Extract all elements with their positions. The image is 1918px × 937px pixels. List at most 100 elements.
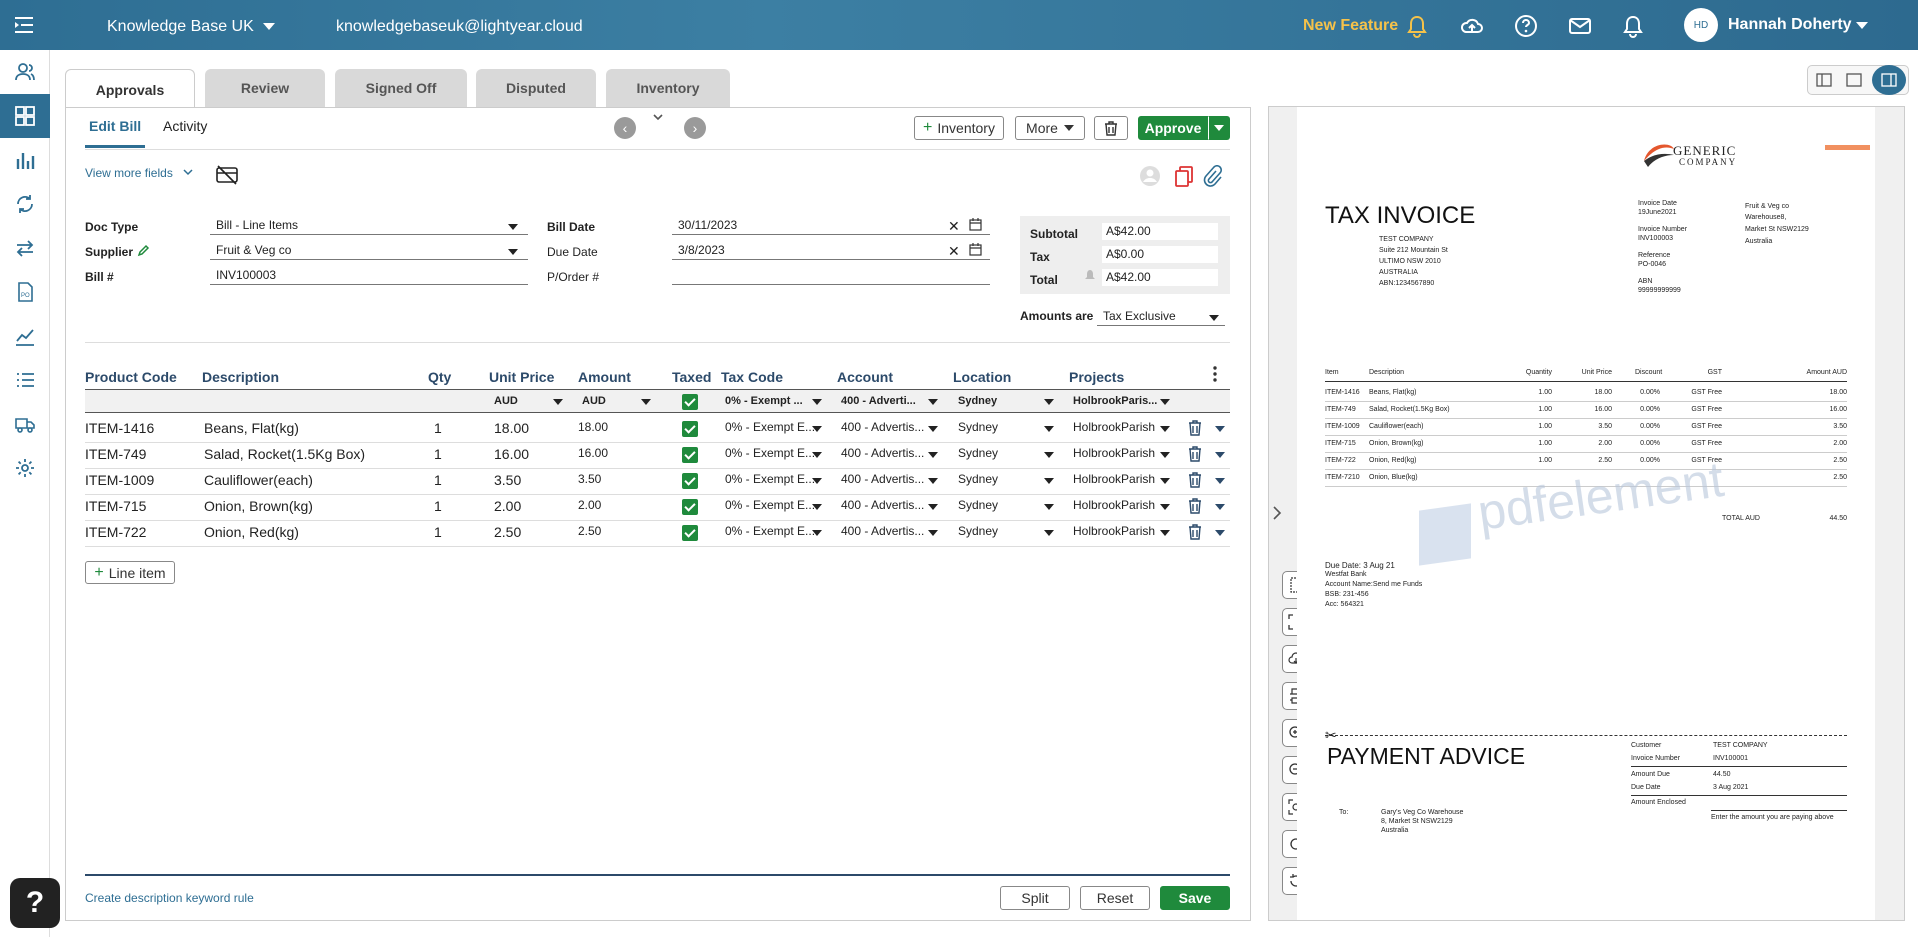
chevron-down-icon[interactable] — [812, 452, 822, 458]
taxed-checkbox[interactable] — [682, 473, 698, 489]
document-view-button[interactable] — [1872, 65, 1906, 95]
reset-button[interactable]: Reset — [1080, 886, 1150, 910]
chevron-down-icon[interactable] — [183, 168, 193, 176]
row-account[interactable]: 400 - Advertis... — [841, 472, 924, 486]
row-product-code[interactable]: ITEM-1416 — [85, 420, 154, 436]
no-card-icon[interactable] — [215, 164, 239, 186]
copy-icon[interactable] — [1173, 165, 1195, 187]
trash-icon[interactable] — [1188, 524, 1202, 540]
keyword-rule-link[interactable]: Create description keyword rule — [85, 891, 254, 905]
chevron-down-icon[interactable] — [1160, 478, 1170, 484]
row-account[interactable]: 400 - Advertis... — [841, 420, 924, 434]
row-qty[interactable]: 1 — [434, 524, 442, 540]
amount-currency-select[interactable]: AUD — [582, 395, 606, 407]
row-tax-code[interactable]: 0% - Exempt E... — [725, 420, 815, 434]
row-description[interactable]: Onion, Red(kg) — [204, 524, 299, 540]
row-qty[interactable]: 1 — [434, 472, 442, 488]
sidebar-item-delivery[interactable] — [0, 402, 50, 446]
subtab-edit-bill[interactable]: Edit Bill — [89, 118, 141, 134]
row-product-code[interactable]: ITEM-749 — [85, 446, 146, 462]
tab-disputed[interactable]: Disputed — [476, 69, 596, 107]
row-unit-price[interactable]: 18.00 — [494, 420, 529, 436]
chevron-down-icon[interactable] — [812, 504, 822, 510]
bell-alert-icon[interactable] — [1404, 13, 1430, 39]
approve-options-button[interactable] — [1208, 116, 1230, 140]
clear-icon[interactable]: ✕ — [948, 243, 960, 260]
chevron-down-icon[interactable] — [1160, 530, 1170, 536]
delete-bill-button[interactable] — [1094, 116, 1128, 140]
calendar-icon[interactable] — [969, 218, 982, 231]
chevron-down-icon[interactable] — [263, 23, 275, 30]
sidebar-item-transfers[interactable] — [0, 226, 50, 270]
chevron-down-icon[interactable] — [928, 399, 938, 405]
next-bill-button[interactable]: › — [684, 117, 706, 139]
row-tax-code[interactable]: 0% - Exempt E... — [725, 524, 815, 538]
user-circle-icon[interactable] — [1139, 165, 1161, 187]
previous-bill-button[interactable]: ‹ — [614, 117, 636, 139]
trash-icon[interactable] — [1188, 420, 1202, 436]
split-view-icon[interactable] — [1816, 72, 1832, 88]
chevron-down-icon[interactable] — [1044, 399, 1054, 405]
sidebar-item-reports[interactable] — [0, 138, 50, 182]
chevron-down-icon[interactable] — [1044, 504, 1054, 510]
row-amount[interactable]: 3.50 — [578, 472, 601, 486]
chevron-down-icon[interactable] — [812, 426, 822, 432]
column-options-icon[interactable] — [1212, 365, 1218, 383]
single-view-icon[interactable] — [1846, 72, 1862, 88]
chevron-down-icon[interactable] — [1209, 315, 1219, 321]
chevron-down-icon[interactable] — [1044, 452, 1054, 458]
sidebar-item-settings[interactable] — [0, 446, 50, 490]
unit-price-currency-select[interactable]: AUD — [494, 395, 518, 407]
view-more-fields-link[interactable]: View more fields — [85, 166, 173, 180]
row-account[interactable]: 400 - Advertis... — [841, 498, 924, 512]
add-inventory-button[interactable]: + Inventory — [914, 116, 1004, 140]
row-options-chevron-icon[interactable] — [1215, 478, 1225, 484]
row-unit-price[interactable]: 3.50 — [494, 472, 521, 488]
doc-type-select[interactable]: Bill - Line Items — [210, 217, 528, 235]
chevron-right-icon[interactable] — [1272, 505, 1282, 521]
default-projects-select[interactable]: HolbrookParis... — [1073, 395, 1157, 407]
approve-button[interactable]: Approve — [1138, 116, 1208, 140]
pencil-icon[interactable] — [137, 244, 150, 257]
split-button[interactable]: Split — [1000, 886, 1070, 910]
row-product-code[interactable]: ITEM-1009 — [85, 472, 154, 488]
row-account[interactable]: 400 - Advertis... — [841, 524, 924, 538]
row-product-code[interactable]: ITEM-722 — [85, 524, 146, 540]
row-project[interactable]: HolbrookParish — [1073, 498, 1155, 512]
chevron-down-icon[interactable] — [1160, 504, 1170, 510]
row-product-code[interactable]: ITEM-715 — [85, 498, 146, 514]
menu-icon[interactable] — [14, 16, 34, 34]
mail-icon[interactable] — [1567, 13, 1593, 39]
col-unit-price[interactable]: Unit Price — [489, 369, 554, 385]
col-taxed[interactable]: Taxed — [672, 369, 711, 385]
row-tax-code[interactable]: 0% - Exempt E... — [725, 472, 815, 486]
bill-number-input[interactable]: INV100003 — [210, 267, 528, 285]
row-description[interactable]: Cauliflower(each) — [204, 472, 313, 488]
notifications-icon[interactable] — [1620, 13, 1646, 39]
add-line-item-button[interactable]: + Line item — [85, 561, 175, 584]
taxed-all-checkbox[interactable] — [682, 394, 698, 410]
purchase-order-input[interactable] — [672, 267, 990, 285]
row-options-chevron-icon[interactable] — [1215, 504, 1225, 510]
taxed-checkbox[interactable] — [682, 421, 698, 437]
col-product-code[interactable]: Product Code — [85, 369, 177, 385]
row-location[interactable]: Sydney — [958, 524, 998, 538]
user-name[interactable]: Hannah Doherty — [1728, 16, 1852, 34]
row-options-chevron-icon[interactable] — [1215, 452, 1225, 458]
chevron-down-icon[interactable] — [928, 504, 938, 510]
col-tax-code[interactable]: Tax Code — [721, 369, 783, 385]
user-menu-chevron-icon[interactable] — [1856, 22, 1868, 29]
col-location[interactable]: Location — [953, 369, 1011, 385]
row-amount[interactable]: 18.00 — [578, 420, 608, 434]
trash-icon[interactable] — [1188, 498, 1202, 514]
row-qty[interactable]: 1 — [434, 498, 442, 514]
chevron-down-icon[interactable] — [508, 249, 518, 255]
row-project[interactable]: HolbrookParish — [1073, 524, 1155, 538]
supplier-select[interactable]: Fruit & Veg co — [210, 242, 528, 260]
org-name[interactable]: Knowledge Base UK — [107, 18, 254, 36]
sidebar-item-list[interactable] — [0, 358, 50, 402]
col-description[interactable]: Description — [202, 369, 279, 385]
chevron-down-icon[interactable] — [1044, 426, 1054, 432]
sidebar-item-contacts[interactable] — [0, 50, 50, 94]
chevron-down-icon[interactable] — [1160, 426, 1170, 432]
